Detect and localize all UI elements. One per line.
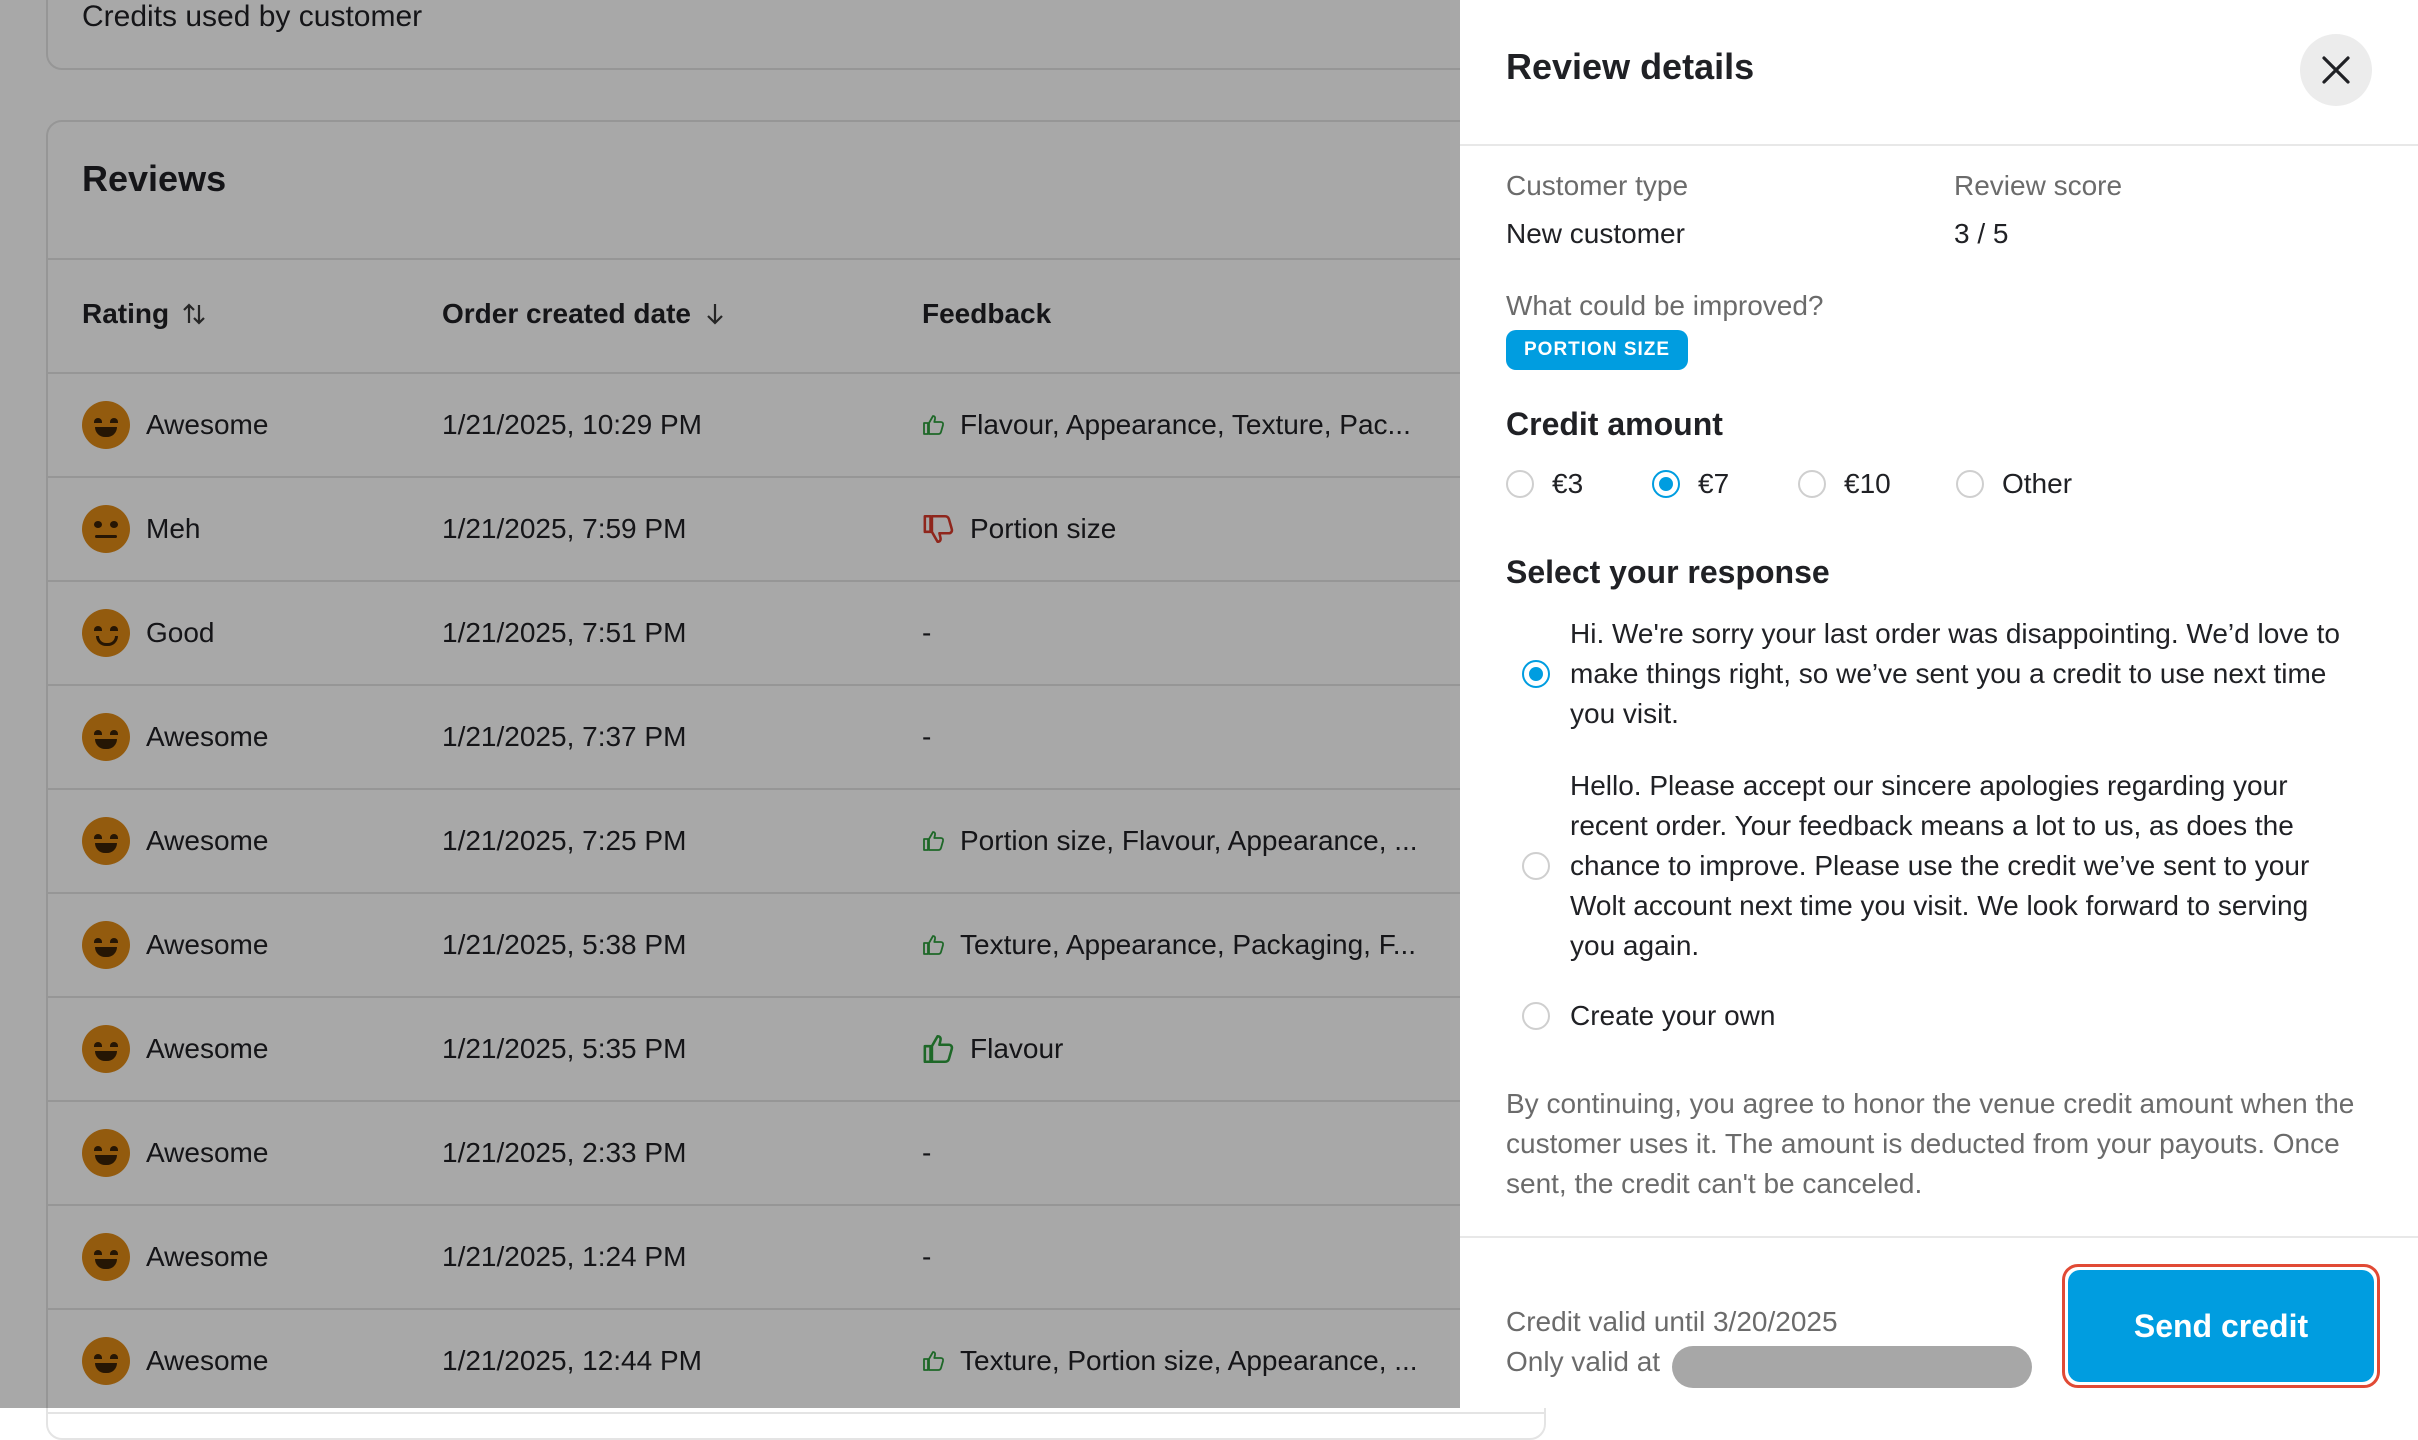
response-text: Create your own	[1570, 1000, 1776, 1031]
response-text: Hi. We're sorry your last order was disa…	[1570, 618, 2340, 729]
credit-option[interactable]: €7	[1652, 468, 1729, 500]
improve-label: What could be improved?	[1506, 290, 1824, 321]
divider	[1460, 1236, 2418, 1238]
close-icon	[2322, 56, 2350, 84]
radio-button[interactable]	[1522, 852, 1550, 880]
improvement-tag: PORTION SIZE	[1506, 330, 1689, 370]
response-option[interactable]: Hi. We're sorry your last order was disa…	[1522, 614, 2352, 734]
credit-option-label: €10	[1844, 468, 1891, 499]
credit-option[interactable]: €3	[1506, 468, 1583, 500]
customer-type-label: Customer type	[1506, 170, 1689, 201]
credit-option[interactable]: €10	[1798, 468, 1891, 500]
radio-button[interactable]	[1798, 470, 1826, 498]
review-score-label: Review score	[1954, 170, 2123, 201]
radio-button[interactable]	[1956, 470, 1984, 498]
redacted-venue-name	[1672, 1346, 2032, 1388]
response-title: Select your response	[1506, 554, 1830, 590]
modal-overlay[interactable]	[0, 0, 1460, 1408]
radio-button[interactable]	[1506, 470, 1534, 498]
customer-type-value: New customer	[1506, 218, 1685, 249]
credit-valid-at-label: Only valid at	[1506, 1346, 1661, 1377]
send-credit-button[interactable]: Send credit	[2068, 1270, 2374, 1382]
review-details-drawer: Review details Customer type New custome…	[1460, 0, 2418, 1408]
credit-option-label: €7	[1698, 468, 1730, 499]
credit-valid-until: Credit valid until 3/20/2025	[1506, 1306, 1838, 1337]
background-page: Credits used by customer Reviews Rating …	[0, 0, 1546, 1440]
credit-option-label: €3	[1552, 468, 1584, 499]
disclaimer-text: By continuing, you agree to honor the ve…	[1506, 1088, 2355, 1199]
credit-option-label: Other	[2002, 468, 2073, 499]
review-score-value: 3 / 5	[1954, 218, 2009, 249]
drawer-title: Review details	[1506, 46, 1755, 87]
drawer-header: Review details	[1460, 0, 2418, 146]
response-option-custom[interactable]: Create your own	[1522, 996, 2352, 1036]
radio-button[interactable]	[1522, 1002, 1550, 1030]
credit-option[interactable]: Other	[1956, 468, 2072, 500]
close-button[interactable]	[2300, 34, 2372, 106]
credit-amount-title: Credit amount	[1506, 406, 1723, 442]
response-text: Hello. Please accept our sincere apologi…	[1570, 770, 2310, 961]
radio-button[interactable]	[1652, 470, 1680, 498]
response-option[interactable]: Hello. Please accept our sincere apologi…	[1522, 766, 2352, 966]
radio-button[interactable]	[1522, 660, 1550, 688]
